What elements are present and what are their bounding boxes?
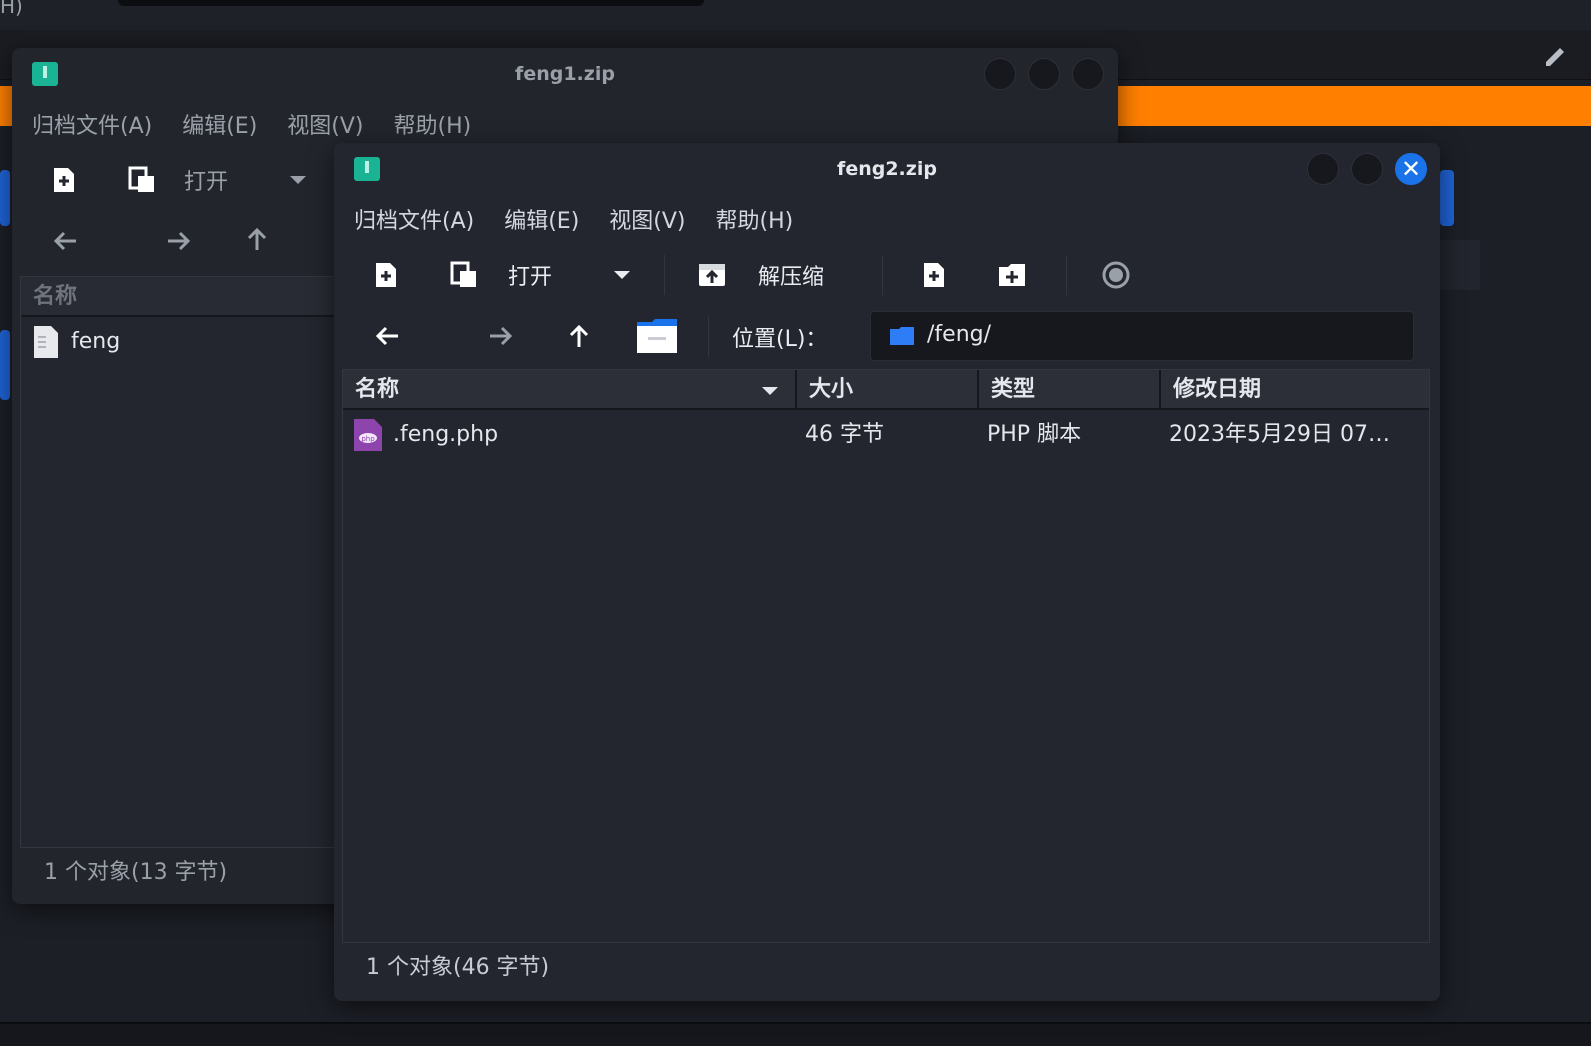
up-icon[interactable] (564, 321, 594, 351)
svg-text:php: php (361, 435, 375, 443)
toolbar-separator (708, 317, 709, 357)
menu-archive[interactable]: 归档文件(A) (354, 203, 474, 235)
status-bar: 1 个对象(46 字节) (366, 955, 550, 980)
menubar: 归档文件(A) 编辑(E) 视图(V) 帮助(H) (334, 195, 1440, 243)
php-file-icon: php (353, 412, 383, 458)
menu-archive[interactable]: 归档文件(A) (32, 108, 152, 140)
maximize-button[interactable] (1028, 58, 1060, 90)
add-folder-icon[interactable] (996, 259, 1028, 291)
extract-button[interactable]: 解压缩 (758, 259, 824, 291)
column-name-header[interactable]: 名称 (21, 277, 351, 317)
menu-view[interactable]: 视图(V) (609, 203, 685, 235)
close-button[interactable]: ✕ (1395, 153, 1427, 185)
toolbar-separator (664, 255, 665, 295)
menubar: 归档文件(A) 编辑(E) 视图(V) 帮助(H) (12, 100, 1118, 148)
open-archive-icon[interactable] (448, 259, 480, 291)
pencil-icon[interactable] (1540, 40, 1570, 70)
forward-icon[interactable] (486, 321, 516, 351)
menu-edit[interactable]: 编辑(E) (182, 108, 257, 140)
toolbar-separator (1066, 255, 1067, 295)
titlebar[interactable]: feng1.zip (12, 48, 1118, 100)
minimize-button[interactable] (984, 58, 1016, 90)
new-archive-icon[interactable] (370, 259, 402, 291)
add-files-icon[interactable] (918, 259, 950, 291)
minimize-button[interactable] (1307, 153, 1339, 185)
background-search-field[interactable] (118, 0, 704, 6)
folder-icon (889, 326, 915, 350)
stop-icon[interactable] (1100, 259, 1132, 291)
maximize-button[interactable] (1351, 153, 1383, 185)
back-icon[interactable] (372, 321, 402, 351)
file-modified: 2023年5月29日 07… (1169, 422, 1390, 447)
window-title: feng2.zip (837, 158, 937, 180)
table-row[interactable]: feng (21, 319, 349, 365)
background-blue-tab-left-2 (0, 330, 10, 400)
table-row[interactable]: php .feng.php 46 字节 PHP 脚本 2023年5月29日 07… (343, 412, 1429, 458)
location-label: 位置(L)： (732, 327, 828, 352)
menu-help[interactable]: 帮助(H) (394, 108, 472, 140)
nav-toolbar: 位置(L)： /feng/ (334, 307, 1440, 367)
background-topbar: H) (0, 0, 1591, 30)
up-icon[interactable] (242, 224, 272, 254)
file-list: 名称 大小 类型 修改日期 php .feng.php 46 字节 PHP 脚本… (342, 369, 1430, 943)
open-button[interactable]: 打开 (184, 164, 228, 196)
window-title: feng1.zip (515, 63, 615, 85)
forward-icon[interactable] (164, 226, 194, 256)
toolbar-separator (882, 255, 883, 295)
location-value: /feng/ (927, 322, 992, 347)
sort-desc-icon (761, 370, 779, 410)
chevron-down-icon[interactable] (286, 164, 310, 196)
chevron-down-icon[interactable] (610, 259, 634, 291)
toolbar: 打开 解压缩 (334, 245, 1440, 305)
column-type-header[interactable]: 类型 (979, 370, 1161, 410)
list-header: 名称 (21, 277, 349, 317)
list-header: 名称 大小 类型 修改日期 (343, 370, 1429, 410)
archive-window-feng2: feng2.zip ✕ 归档文件(A) 编辑(E) 视图(V) 帮助(H) 打开… (334, 143, 1440, 1001)
extract-icon[interactable] (696, 259, 728, 291)
close-button[interactable] (1072, 58, 1104, 90)
new-archive-icon[interactable] (48, 164, 80, 196)
file-name: .feng.php (393, 422, 499, 447)
generic-file-icon (33, 319, 59, 365)
background-blue-tab-left (0, 170, 10, 226)
back-icon[interactable] (50, 226, 80, 256)
file-type: PHP 脚本 (987, 422, 1082, 447)
file-name: feng (71, 329, 121, 354)
home-folder-icon[interactable] (636, 317, 678, 355)
file-list: 名称 feng (20, 276, 350, 848)
menu-edit[interactable]: 编辑(E) (504, 203, 579, 235)
location-field[interactable]: /feng/ (870, 311, 1414, 361)
column-name-label: 名称 (355, 377, 400, 402)
column-name-header[interactable]: 名称 (343, 370, 797, 410)
titlebar[interactable]: feng2.zip ✕ (334, 143, 1440, 195)
background-blue-tab (1440, 170, 1454, 226)
open-archive-icon[interactable] (126, 164, 158, 196)
column-size-header[interactable]: 大小 (797, 370, 979, 410)
background-bottom-bar (0, 1022, 1591, 1046)
background-topbar-text: H) (0, 0, 23, 18)
menu-help[interactable]: 帮助(H) (716, 203, 794, 235)
menu-view[interactable]: 视图(V) (287, 108, 363, 140)
file-size: 46 字节 (805, 422, 884, 447)
open-button[interactable]: 打开 (508, 259, 552, 291)
column-modified-header[interactable]: 修改日期 (1161, 370, 1431, 410)
background-panel (1440, 240, 1480, 290)
